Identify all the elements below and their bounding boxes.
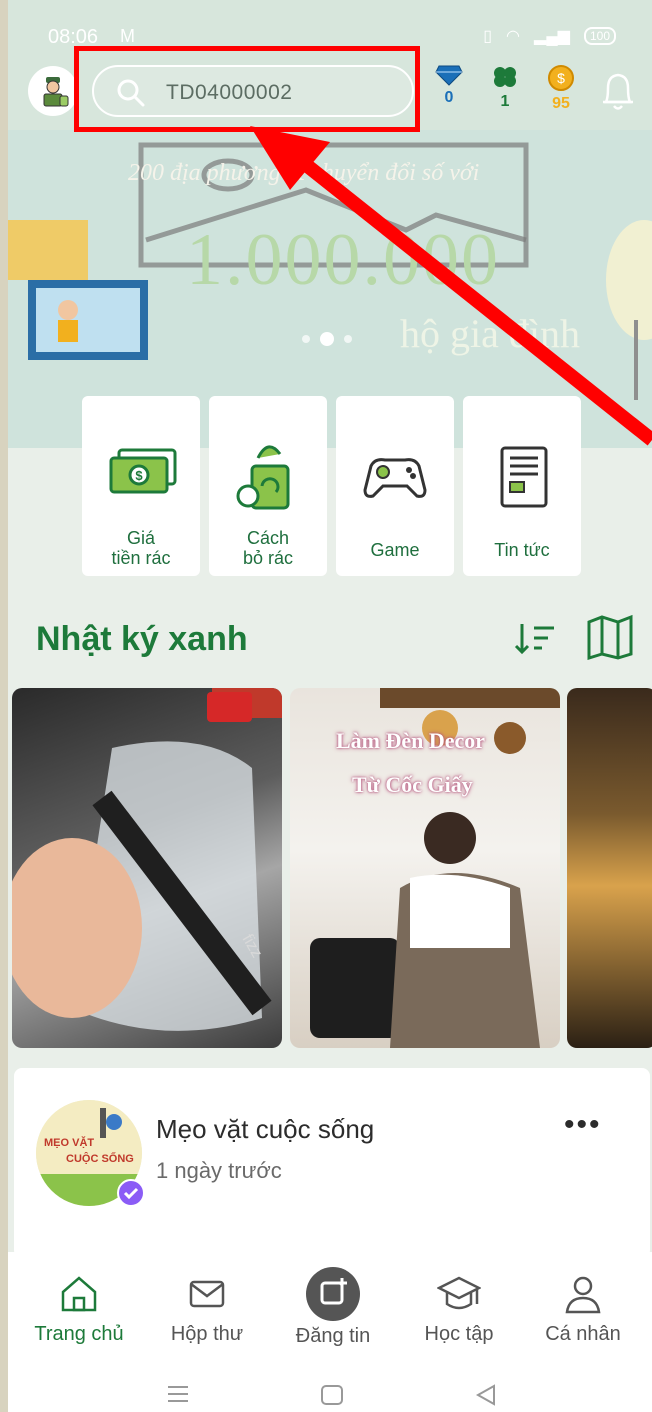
diary-card[interactable]: fizz — [12, 688, 282, 1048]
graduation-cap-icon — [436, 1276, 482, 1310]
menu-label-line2: tiền rác — [111, 548, 171, 568]
nav-profile[interactable]: Cá nhân — [518, 1274, 648, 1346]
card-title-line1: Làm Đèn Decor — [336, 728, 486, 753]
post-author-name[interactable]: Mẹo vặt cuộc sống — [156, 1114, 374, 1145]
search-highlight-box — [74, 46, 420, 132]
menu-label-line1: Game — [370, 540, 420, 560]
newspaper-icon — [500, 446, 548, 508]
gamepad-icon — [363, 458, 427, 498]
card-title-line2: Từ Cốc Giấy — [352, 772, 473, 797]
nav-label: Đăng tin — [295, 1325, 371, 1347]
money-icon: $ — [109, 448, 177, 494]
menu-label-line2: bỏ rác — [242, 548, 294, 568]
menu-label-line1: Tin tức — [494, 540, 550, 560]
diary-card[interactable]: Làm Đèn Decor Từ Cốc Giấy — [290, 688, 560, 1048]
nav-home[interactable]: Trang chủ — [14, 1274, 144, 1346]
home-button-icon[interactable] — [320, 1384, 344, 1406]
svg-text:$: $ — [135, 468, 143, 483]
verified-badge-icon — [117, 1179, 145, 1207]
map-icon[interactable] — [586, 614, 634, 660]
recent-apps-icon[interactable] — [166, 1384, 190, 1404]
more-options-icon[interactable]: ••• — [564, 1108, 602, 1142]
nav-label: Hộp thư — [170, 1323, 244, 1345]
home-icon — [61, 1276, 97, 1312]
nav-label: Trang chủ — [34, 1323, 124, 1345]
back-icon[interactable] — [474, 1384, 498, 1406]
post-icon — [306, 1267, 360, 1321]
nav-label: Cá nhân — [545, 1323, 621, 1345]
section-title: Nhật ký xanh — [36, 620, 248, 658]
mail-icon — [189, 1280, 225, 1308]
menu-garbage-price[interactable]: $ Giá tiền rác — [82, 396, 200, 576]
menu-label-line1: Giá — [126, 528, 155, 548]
recycle-bin-icon — [236, 445, 290, 510]
nav-inbox[interactable]: Hộp thư — [142, 1274, 272, 1346]
diary-card[interactable] — [567, 688, 652, 1048]
nav-post[interactable]: Đăng tin — [268, 1267, 398, 1348]
sort-icon[interactable] — [514, 618, 558, 658]
logo-text-line2: CUỘC SỐNG — [66, 1151, 134, 1165]
post-card[interactable]: MẸO VẶT CUỘC SỐNG Mẹo vặt cuộc sống 1 ng… — [14, 1068, 650, 1258]
menu-news[interactable]: Tin tức — [463, 396, 581, 576]
bottom-navigation: Trang chủ Hộp thư Đăng tin Học tập Cá nh… — [8, 1252, 652, 1412]
post-time: 1 ngày trước — [156, 1158, 282, 1183]
logo-text-line1: MẸO VẶT — [44, 1136, 94, 1149]
menu-how-to-dispose[interactable]: Cách bỏ rác — [209, 396, 327, 576]
bottle-cutting-image: fizz — [12, 688, 282, 1031]
menu-game[interactable]: Game — [336, 396, 454, 576]
menu-label-line1: Cách — [246, 528, 290, 548]
person-icon — [565, 1276, 601, 1314]
nav-label: Học tập — [424, 1323, 494, 1345]
nav-learning[interactable]: Học tập — [394, 1274, 524, 1346]
